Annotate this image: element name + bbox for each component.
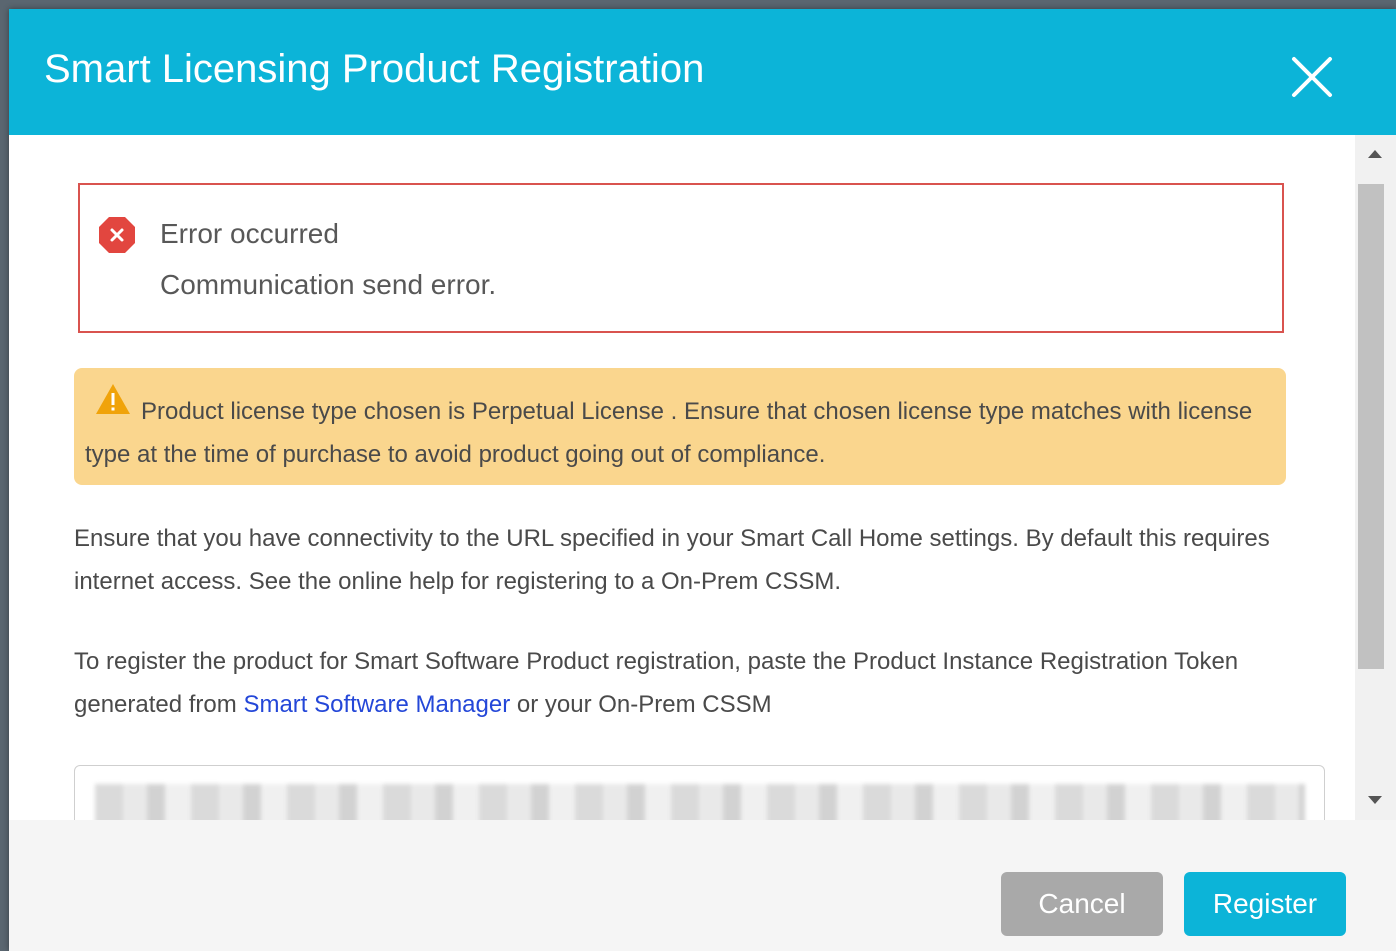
registration-dialog: Smart Licensing Product Registration Err… bbox=[9, 9, 1396, 951]
smart-software-manager-link[interactable]: Smart Software Manager bbox=[243, 691, 510, 718]
error-title: Error occurred bbox=[160, 218, 339, 249]
token-input[interactable] bbox=[74, 765, 1325, 820]
dialog-title: Smart Licensing Product Registration bbox=[44, 47, 705, 91]
error-alert: Error occurred Communication send error. bbox=[78, 183, 1284, 333]
scroll-down-arrow-icon[interactable] bbox=[1355, 780, 1396, 820]
register-button[interactable]: Register bbox=[1184, 872, 1346, 936]
instructions-text-end: or your On-Prem CSSM bbox=[510, 691, 772, 718]
scroll-up-arrow-icon[interactable] bbox=[1355, 135, 1396, 175]
body-scrollbar[interactable] bbox=[1355, 135, 1396, 820]
redacted-token-value bbox=[95, 784, 1305, 820]
registration-instructions: To register the product for Smart Softwa… bbox=[74, 640, 1294, 726]
error-x-icon bbox=[98, 216, 136, 254]
dialog-header: Smart Licensing Product Registration bbox=[9, 9, 1396, 135]
connectivity-info: Ensure that you have connectivity to the… bbox=[74, 525, 1270, 595]
dialog-body: Error occurred Communication send error.… bbox=[9, 135, 1355, 820]
dialog-footer: Cancel Register bbox=[9, 820, 1396, 951]
warning-alert: Product license type chosen is Perpetual… bbox=[74, 368, 1286, 485]
cancel-button[interactable]: Cancel bbox=[1001, 872, 1163, 936]
error-message: Communication send error. bbox=[160, 269, 497, 300]
scroll-thumb[interactable] bbox=[1358, 184, 1384, 669]
close-icon[interactable] bbox=[1284, 49, 1340, 105]
warning-text: Product license type chosen is Perpetual… bbox=[85, 398, 1253, 468]
